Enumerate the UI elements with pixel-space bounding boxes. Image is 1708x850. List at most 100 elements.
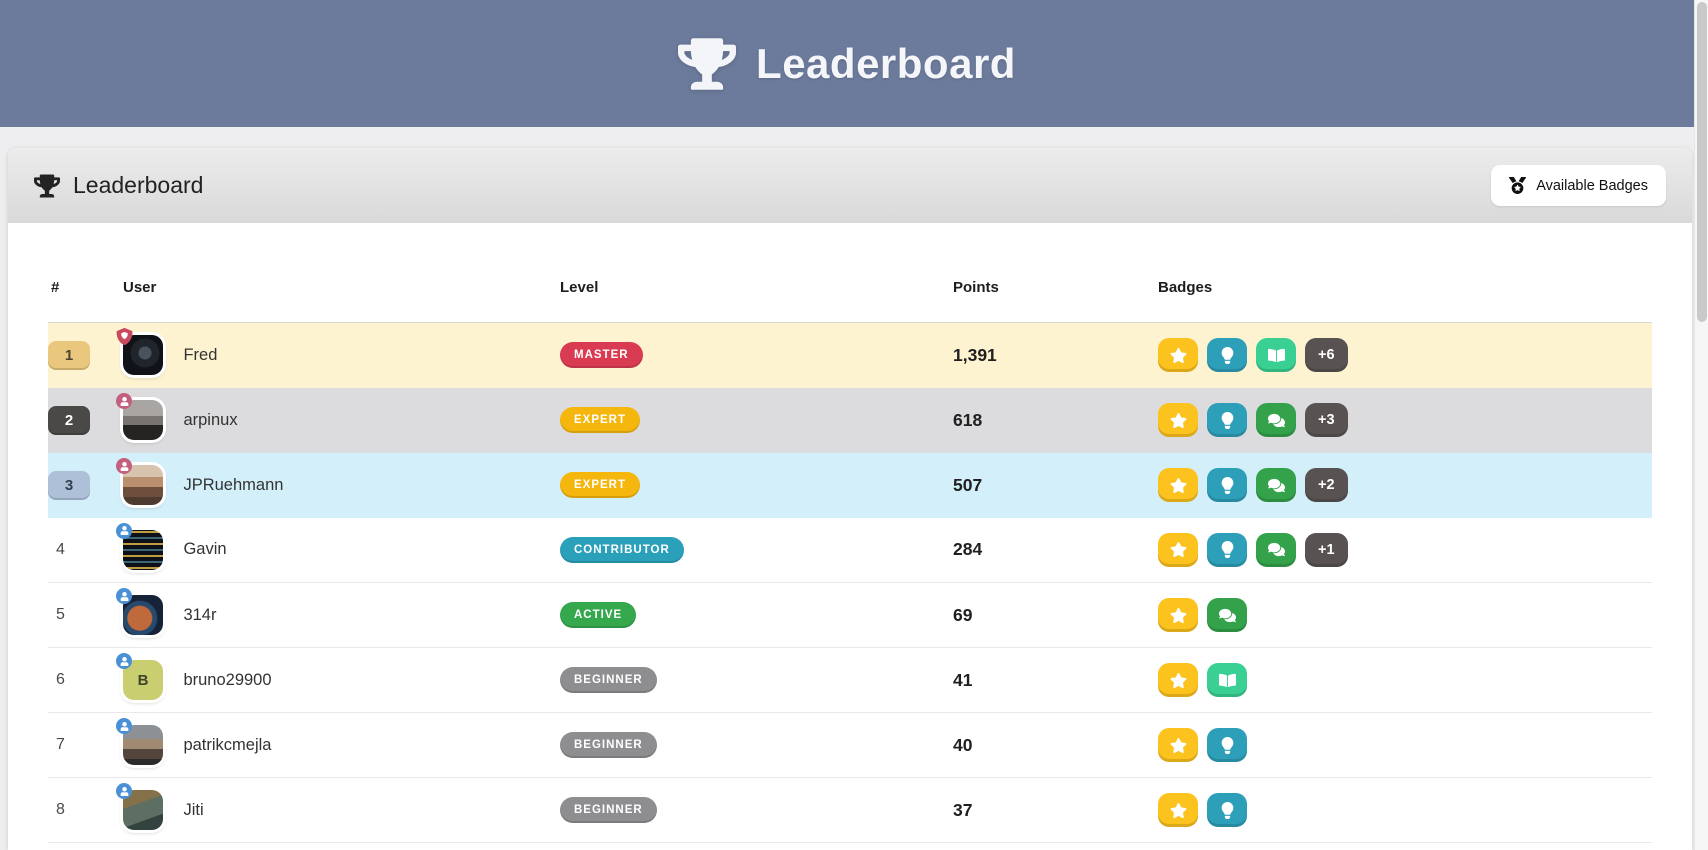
table-row: 4 Gavin CONTRIBUTOR 284 +1 — [48, 518, 1652, 583]
points-value: 618 — [953, 388, 1158, 453]
badges-cell — [1158, 728, 1652, 762]
book-badge-icon[interactable] — [1207, 663, 1247, 697]
badges-cell: +2 — [1158, 468, 1652, 502]
rank-number: 8 — [48, 801, 65, 818]
comments-badge-icon[interactable] — [1207, 598, 1247, 632]
username[interactable]: Gavin — [183, 540, 226, 558]
username[interactable]: patrikcmejla — [183, 736, 271, 754]
comments-badge-icon[interactable] — [1256, 533, 1296, 567]
card-header: Leaderboard Available Badges — [8, 148, 1692, 223]
points-value: 507 — [953, 453, 1158, 518]
page-title: Leaderboard — [756, 40, 1016, 88]
star-badge-icon[interactable] — [1158, 793, 1198, 827]
level-badge: EXPERT — [560, 407, 640, 433]
user-icon — [116, 458, 132, 474]
points-value: 284 — [953, 518, 1158, 583]
scrollbar-track[interactable] — [1694, 0, 1708, 850]
level-badge: EXPERT — [560, 472, 640, 498]
level-badge: BEGINNER — [560, 667, 657, 693]
lightbulb-badge-icon[interactable] — [1207, 728, 1247, 762]
leaderboard-card: Leaderboard Available Badges # User Leve… — [8, 148, 1692, 850]
level-badge: ACTIVE — [560, 602, 636, 628]
column-header-badges: Badges — [1158, 279, 1652, 323]
username[interactable]: bruno29900 — [183, 671, 271, 689]
table-row: 7 patrikcmejla BEGINNER 40 — [48, 713, 1652, 778]
points-value: 41 — [953, 648, 1158, 713]
more-badges-count[interactable]: +6 — [1305, 338, 1348, 372]
lightbulb-badge-icon[interactable] — [1207, 338, 1247, 372]
card-title-wrap: Leaderboard — [34, 172, 203, 199]
lightbulb-badge-icon[interactable] — [1207, 793, 1247, 827]
rank-badge: 2 — [48, 406, 90, 435]
card-title: Leaderboard — [73, 172, 203, 199]
username[interactable]: Fred — [183, 346, 217, 364]
username[interactable]: JPRuehmann — [183, 476, 283, 494]
avatar[interactable] — [123, 790, 163, 830]
avatar[interactable] — [123, 530, 163, 570]
column-header-user: User — [123, 279, 560, 323]
username[interactable]: 314r — [183, 606, 216, 624]
avatar[interactable] — [123, 400, 163, 440]
points-value: 1,391 — [953, 323, 1158, 388]
star-badge-icon[interactable] — [1158, 598, 1198, 632]
level-badge: CONTRIBUTOR — [560, 537, 684, 563]
rank-number: 4 — [48, 541, 65, 558]
avatar[interactable]: B — [123, 660, 163, 700]
level-badge: MASTER — [560, 342, 643, 368]
avatar[interactable] — [123, 595, 163, 635]
leaderboard-table: # User Level Points Badges 1 — [48, 279, 1652, 843]
more-badges-count[interactable]: +1 — [1305, 533, 1348, 567]
username[interactable]: Jiti — [183, 801, 203, 819]
user-icon — [116, 588, 132, 604]
scrollbar-thumb[interactable] — [1697, 2, 1707, 322]
lightbulb-badge-icon[interactable] — [1207, 403, 1247, 437]
available-badges-button[interactable]: Available Badges — [1491, 165, 1666, 206]
badges-cell — [1158, 663, 1652, 697]
more-badges-count[interactable]: +2 — [1305, 468, 1348, 502]
leaderboard-table-wrap: # User Level Points Badges 1 — [8, 223, 1692, 843]
shield-icon — [116, 328, 132, 344]
trophy-icon — [678, 38, 736, 90]
points-value: 37 — [953, 778, 1158, 843]
badges-cell: +6 — [1158, 338, 1652, 372]
available-badges-label: Available Badges — [1536, 178, 1648, 194]
avatar[interactable] — [123, 725, 163, 765]
table-row: 5 314r ACTIVE 69 — [48, 583, 1652, 648]
table-row: 2 arpinux EXPERT 618 +3 — [48, 388, 1652, 453]
badges-cell: +1 — [1158, 533, 1652, 567]
badges-cell — [1158, 793, 1652, 827]
rank-number: 5 — [48, 606, 65, 623]
lightbulb-badge-icon[interactable] — [1207, 533, 1247, 567]
page-banner: Leaderboard — [0, 0, 1694, 127]
table-header-row: # User Level Points Badges — [48, 279, 1652, 323]
points-value: 69 — [953, 583, 1158, 648]
lightbulb-badge-icon[interactable] — [1207, 468, 1247, 502]
user-icon — [116, 393, 132, 409]
points-value: 40 — [953, 713, 1158, 778]
star-badge-icon[interactable] — [1158, 533, 1198, 567]
table-row: 6 B bruno29900 BEGINNER 41 — [48, 648, 1652, 713]
rank-number: 7 — [48, 736, 65, 753]
trophy-icon — [34, 174, 60, 198]
star-badge-icon[interactable] — [1158, 338, 1198, 372]
comments-badge-icon[interactable] — [1256, 468, 1296, 502]
user-icon — [116, 523, 132, 539]
user-icon — [116, 783, 132, 799]
star-badge-icon[interactable] — [1158, 663, 1198, 697]
avatar[interactable] — [123, 335, 163, 375]
more-badges-count[interactable]: +3 — [1305, 403, 1348, 437]
medal-icon — [1509, 177, 1526, 194]
table-row: 3 JPRuehmann EXPERT 507 +2 — [48, 453, 1652, 518]
user-icon — [116, 653, 132, 669]
avatar[interactable] — [123, 465, 163, 505]
column-header-level: Level — [560, 279, 953, 323]
rank-badge: 3 — [48, 471, 90, 500]
star-badge-icon[interactable] — [1158, 468, 1198, 502]
book-badge-icon[interactable] — [1256, 338, 1296, 372]
username[interactable]: arpinux — [183, 411, 237, 429]
star-badge-icon[interactable] — [1158, 403, 1198, 437]
star-badge-icon[interactable] — [1158, 728, 1198, 762]
user-icon — [116, 718, 132, 734]
rank-badge: 1 — [48, 341, 90, 370]
comments-badge-icon[interactable] — [1256, 403, 1296, 437]
